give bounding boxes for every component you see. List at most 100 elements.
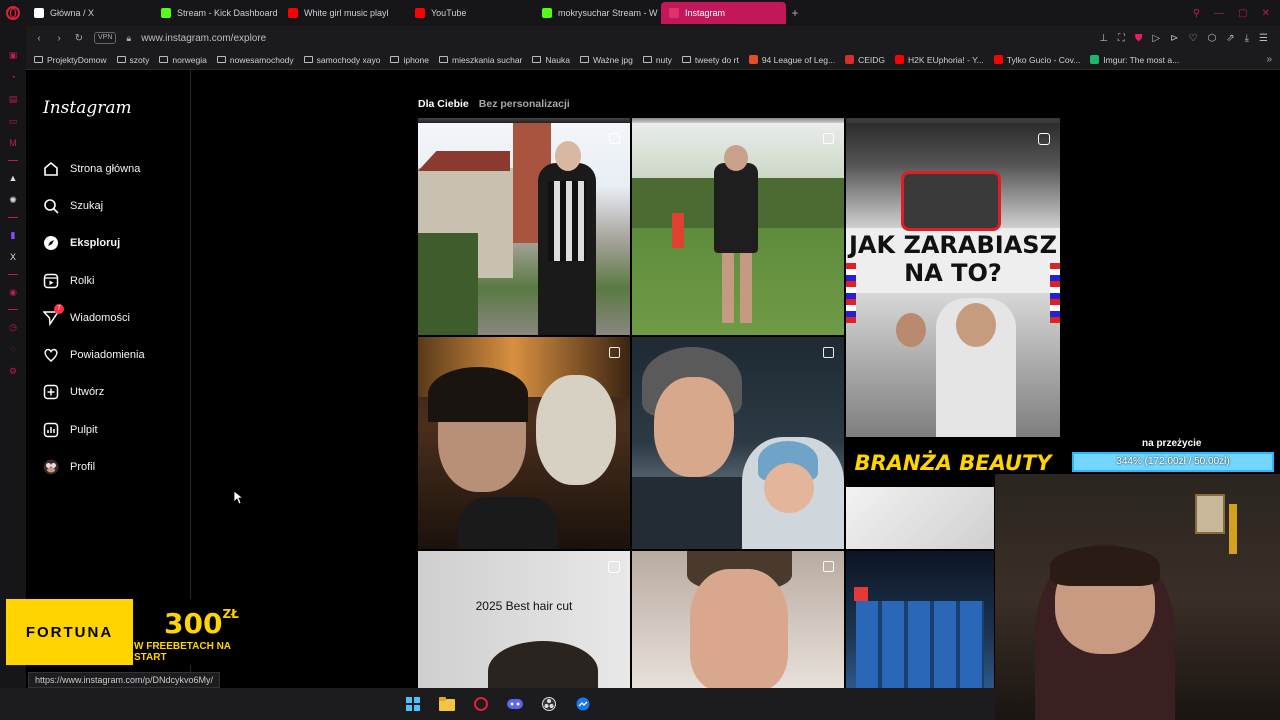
ad-subtitle: W FREEBETACH NA START xyxy=(134,641,231,663)
tab-no-personalization[interactable]: Bez personalizacji xyxy=(479,98,570,110)
divider xyxy=(8,309,18,310)
instagram-logo[interactable]: Instagram xyxy=(43,98,132,118)
bookmark-label: nuty xyxy=(655,54,672,65)
explore-tile-portrait[interactable] xyxy=(632,551,844,690)
bookmark-item[interactable]: nowesamochody xyxy=(216,55,294,65)
explore-tile-football[interactable] xyxy=(632,123,844,335)
tab-1[interactable]: Stream - Kick Dashboard xyxy=(153,2,278,24)
history-icon[interactable]: ◔ xyxy=(7,72,19,82)
adblock-icon[interactable]: ⛊ xyxy=(1135,33,1143,44)
nav-label: Pulpit xyxy=(70,423,98,436)
reload-button[interactable]: ↻ xyxy=(74,33,84,44)
clock-icon[interactable]: ◷ xyxy=(7,322,19,332)
messenger-taskbar-icon[interactable] xyxy=(574,695,592,713)
windows-start-icon[interactable] xyxy=(404,695,422,713)
player-icon[interactable]: ◉ xyxy=(7,287,19,297)
bookmark-item[interactable]: tweety do rt xyxy=(681,55,739,65)
explore-tile-esports[interactable] xyxy=(846,551,994,690)
bookmark-item[interactable]: iphone xyxy=(390,55,429,65)
forward-button[interactable]: › xyxy=(54,33,64,44)
settings-icon[interactable]: ⚙ xyxy=(7,366,19,376)
nav-item-home[interactable]: Strona główna xyxy=(42,150,182,187)
nav-item-avatar[interactable]: Profil xyxy=(42,448,182,485)
nav-item-plus-square[interactable]: Utwórz xyxy=(42,374,182,411)
nav-label: Szukaj xyxy=(70,199,104,212)
chat-icon[interactable]: ◌ xyxy=(7,344,19,354)
nav-item-compass[interactable]: Eksploruj xyxy=(42,225,182,262)
nav-item-chart[interactable]: Pulpit xyxy=(42,411,182,448)
opera-logo-icon[interactable] xyxy=(0,0,26,26)
ad-currency: ZŁ xyxy=(222,607,239,621)
workspace-icon[interactable]: ▣ xyxy=(7,50,19,60)
flow-icon[interactable]: ⊳ xyxy=(1170,33,1178,44)
opera-taskbar-icon[interactable] xyxy=(472,695,490,713)
bookmark-item[interactable]: CEIDG xyxy=(845,55,885,65)
maximize-icon[interactable]: ▢ xyxy=(1238,8,1247,19)
bookmark-label: iphone xyxy=(403,54,429,65)
explore-tile-haircut[interactable]: 2025 Best hair cut xyxy=(418,551,630,690)
explore-tile[interactable] xyxy=(846,487,994,549)
play-icon[interactable]: ▷ xyxy=(1152,33,1160,44)
bookmark-item[interactable]: H2K EUphoria! - Y... xyxy=(895,55,984,65)
chatgpt-icon[interactable]: ✺ xyxy=(7,195,19,205)
bookmark-item[interactable]: szoty xyxy=(116,55,149,65)
pin-icon[interactable]: ⊥ xyxy=(1099,33,1108,44)
new-tab-button[interactable]: + xyxy=(786,6,804,20)
share-icon[interactable]: ⇗ xyxy=(1226,33,1234,44)
explore-tile-selfie[interactable] xyxy=(418,337,630,549)
nav-label: Profil xyxy=(70,461,96,474)
obs-icon[interactable] xyxy=(540,695,558,713)
explore-tile-castle[interactable] xyxy=(418,123,630,335)
wallet-icon[interactable]: ▤ xyxy=(7,94,19,104)
bookmark-item[interactable]: mieszkania suchar xyxy=(439,55,522,65)
bookmark-item[interactable]: Tylko Gucio - Cov... xyxy=(993,55,1080,65)
tab-0[interactable]: Główna / X xyxy=(26,2,151,24)
close-icon[interactable]: ✕ xyxy=(1262,8,1270,19)
site-favicon-icon xyxy=(845,55,855,64)
bookmark-item[interactable]: Imgur: The most a... xyxy=(1090,55,1179,65)
plus-square-icon xyxy=(42,383,60,401)
bookmark-item[interactable]: Nauka xyxy=(532,55,570,65)
x-icon[interactable]: X xyxy=(7,252,19,262)
bookmarks-more-icon[interactable]: » xyxy=(1266,54,1280,65)
discord-icon[interactable] xyxy=(506,695,524,713)
twitch-icon[interactable]: ▮ xyxy=(7,230,19,240)
bookmark-item[interactable]: 94 League of Leg... xyxy=(748,55,835,65)
tab-5[interactable]: Instagram xyxy=(661,2,786,24)
extensions-icon[interactable]: ⬡ xyxy=(1207,33,1216,44)
search-icon[interactable]: ⚲ xyxy=(1193,8,1200,19)
mail-icon[interactable]: M xyxy=(7,138,19,148)
bookmark-item[interactable]: ProjektyDomow xyxy=(34,55,107,65)
url-field[interactable]: www.instagram.com/explore xyxy=(141,33,266,44)
tab-label: White girl music playl xyxy=(304,8,389,18)
folder-icon xyxy=(532,56,542,63)
bookmark-item[interactable]: samochody xayo xyxy=(303,55,380,65)
messenger-icon[interactable]: ▭ xyxy=(7,116,19,126)
nav-item-reels[interactable]: Rolki xyxy=(42,262,182,299)
tab-3[interactable]: YouTube xyxy=(407,2,532,24)
tab-for-you[interactable]: Dla Ciebie xyxy=(418,98,469,110)
download-icon[interactable]: ⤓ xyxy=(1245,33,1249,44)
tab-2[interactable]: White girl music playl xyxy=(280,2,405,24)
bookmark-item[interactable]: norwegia xyxy=(159,55,207,65)
bookmarks-bar: ProjektyDomow szoty norwegia nowesamochody s… xyxy=(26,50,1280,70)
bookmark-item[interactable]: nuty xyxy=(642,54,672,65)
lock-icon[interactable]: 🔒︎ xyxy=(126,33,131,44)
vpn-badge[interactable]: VPN xyxy=(94,32,117,44)
minimize-icon[interactable]: — xyxy=(1214,8,1224,19)
mouse-cursor-icon xyxy=(234,491,244,505)
nav-item-search[interactable]: Szukaj xyxy=(42,187,182,224)
menu-icon[interactable]: ☰ xyxy=(1259,33,1268,44)
nav-item-heart[interactable]: Powiadomienia xyxy=(42,336,182,373)
explore-tile-zarabiasz[interactable]: JAK ZARABIASZ NA TO? xyxy=(846,123,1060,437)
bookmark-item[interactable]: Ważne jpg xyxy=(579,55,633,65)
back-button[interactable]: ‹ xyxy=(34,33,44,44)
messenger-icon: 7 xyxy=(42,303,64,327)
tab-4[interactable]: mokrysuchar Stream - W xyxy=(534,2,659,24)
nav-item-messenger[interactable]: 7 Wiadomości xyxy=(42,299,182,336)
explore-tile-couple[interactable] xyxy=(632,337,844,549)
file-explorer-icon[interactable] xyxy=(438,695,456,713)
snapshot-icon[interactable]: ⛶ xyxy=(1118,33,1125,44)
aria-icon[interactable]: ▲ xyxy=(7,173,19,183)
bookmark-heart-icon[interactable]: ♡ xyxy=(1189,33,1198,44)
